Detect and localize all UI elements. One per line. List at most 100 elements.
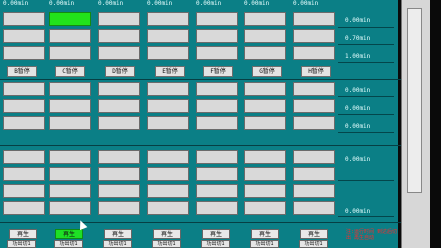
row2-f-3[interactable] — [244, 116, 286, 130]
switch-button-f[interactable]: 功出切1 — [250, 240, 279, 248]
g-slot-2[interactable] — [293, 29, 335, 43]
row3-e-2[interactable] — [196, 167, 238, 181]
row2-g-3[interactable] — [293, 116, 335, 130]
row2-d-3[interactable] — [147, 116, 189, 130]
row2-a-2[interactable] — [3, 99, 45, 113]
f-slot-1[interactable] — [244, 12, 286, 26]
row3-d-4[interactable] — [147, 201, 189, 215]
row2-f-2[interactable] — [244, 99, 286, 113]
regen-button-b-active[interactable]: 再生 — [55, 229, 83, 239]
switch-button-d[interactable]: 功出切1 — [152, 240, 181, 248]
scroll-thumb[interactable] — [407, 8, 422, 193]
right-time-6: 0.00min — [345, 123, 371, 130]
row3-b-2[interactable] — [49, 167, 91, 181]
right-time-3: 1.00min — [345, 53, 371, 60]
regen-button-f[interactable]: 再生 — [251, 229, 279, 239]
e-slot-3[interactable] — [196, 46, 238, 60]
row3-a-3[interactable] — [3, 184, 45, 198]
column-c-time: 0.00min — [98, 0, 124, 7]
f-slot-2[interactable] — [244, 29, 286, 43]
row2-a-1[interactable] — [3, 82, 45, 96]
row3-d-2[interactable] — [147, 167, 189, 181]
row3-b-1[interactable] — [49, 150, 91, 164]
row3-f-4[interactable] — [244, 201, 286, 215]
regen-button-g[interactable]: 再生 — [300, 229, 328, 239]
switch-button-e[interactable]: 功出切1 — [201, 240, 230, 248]
row3-g-1[interactable] — [293, 150, 335, 164]
c-slot-3[interactable] — [98, 46, 140, 60]
row2-b-3[interactable] — [49, 116, 91, 130]
pause-button-d[interactable]: D暂停 — [105, 66, 135, 77]
row2-b-1[interactable] — [49, 82, 91, 96]
row2-g-2[interactable] — [293, 99, 335, 113]
right-divider — [338, 180, 394, 181]
row3-f-3[interactable] — [244, 184, 286, 198]
row2-e-2[interactable] — [196, 99, 238, 113]
pause-button-h[interactable]: H暂停 — [301, 66, 331, 77]
regen-button-e[interactable]: 再生 — [202, 229, 230, 239]
row2-g-1[interactable] — [293, 82, 335, 96]
row2-c-3[interactable] — [98, 116, 140, 130]
row2-a-3[interactable] — [3, 116, 45, 130]
e-slot-1[interactable] — [196, 12, 238, 26]
row2-e-1[interactable] — [196, 82, 238, 96]
a-slot-1[interactable] — [3, 12, 45, 26]
row2-c-2[interactable] — [98, 99, 140, 113]
row3-c-4[interactable] — [98, 201, 140, 215]
switch-button-c[interactable]: 功出切1 — [103, 240, 132, 248]
row3-b-3[interactable] — [49, 184, 91, 198]
d-slot-2[interactable] — [147, 29, 189, 43]
switch-button-a[interactable]: 功出切1 — [7, 240, 36, 248]
f-slot-3[interactable] — [244, 46, 286, 60]
row3-d-3[interactable] — [147, 184, 189, 198]
g-slot-3[interactable] — [293, 46, 335, 60]
row3-d-1[interactable] — [147, 150, 189, 164]
row3-g-3[interactable] — [293, 184, 335, 198]
switch-button-g[interactable]: 功出切1 — [299, 240, 328, 248]
pause-button-b[interactable]: B暂停 — [7, 66, 37, 77]
right-divider — [338, 132, 394, 133]
d-slot-1[interactable] — [147, 12, 189, 26]
row2-d-2[interactable] — [147, 99, 189, 113]
b-slot-1-active[interactable] — [49, 12, 91, 26]
row3-f-1[interactable] — [244, 150, 286, 164]
row3-b-4[interactable] — [49, 201, 91, 215]
row3-c-2[interactable] — [98, 167, 140, 181]
row2-d-1[interactable] — [147, 82, 189, 96]
row3-e-3[interactable] — [196, 184, 238, 198]
row3-a-4[interactable] — [3, 201, 45, 215]
b-slot-2[interactable] — [49, 29, 91, 43]
regen-button-c[interactable]: 再生 — [104, 229, 132, 239]
row3-c-1[interactable] — [98, 150, 140, 164]
c-slot-2[interactable] — [98, 29, 140, 43]
c-slot-1[interactable] — [98, 12, 140, 26]
g-slot-1[interactable] — [293, 12, 335, 26]
regen-button-a[interactable]: 再生 — [9, 229, 37, 239]
d-slot-3[interactable] — [147, 46, 189, 60]
pause-button-e[interactable]: E暂停 — [155, 66, 185, 77]
row2-f-1[interactable] — [244, 82, 286, 96]
regen-button-d[interactable]: 再生 — [153, 229, 181, 239]
row3-a-2[interactable] — [3, 167, 45, 181]
a-slot-3[interactable] — [3, 46, 45, 60]
column-g-time: 0.00min — [293, 0, 319, 7]
row3-a-1[interactable] — [3, 150, 45, 164]
row2-b-2[interactable] — [49, 99, 91, 113]
row3-e-4[interactable] — [196, 201, 238, 215]
row3-c-3[interactable] — [98, 184, 140, 198]
a-slot-2[interactable] — [3, 29, 45, 43]
row3-e-1[interactable] — [196, 150, 238, 164]
right-divider — [338, 44, 394, 45]
row2-e-3[interactable] — [196, 116, 238, 130]
pause-button-g[interactable]: G暂停 — [252, 66, 282, 77]
row2-c-1[interactable] — [98, 82, 140, 96]
row3-f-2[interactable] — [244, 167, 286, 181]
pause-button-c[interactable]: C暂停 — [55, 66, 85, 77]
column-f-time: 0.00min — [244, 0, 270, 7]
row3-g-2[interactable] — [293, 167, 335, 181]
pause-button-f[interactable]: F暂停 — [203, 66, 233, 77]
switch-button-b[interactable]: 功出切1 — [54, 240, 83, 248]
b-slot-3[interactable] — [49, 46, 91, 60]
e-slot-2[interactable] — [196, 29, 238, 43]
row3-g-4[interactable] — [293, 201, 335, 215]
